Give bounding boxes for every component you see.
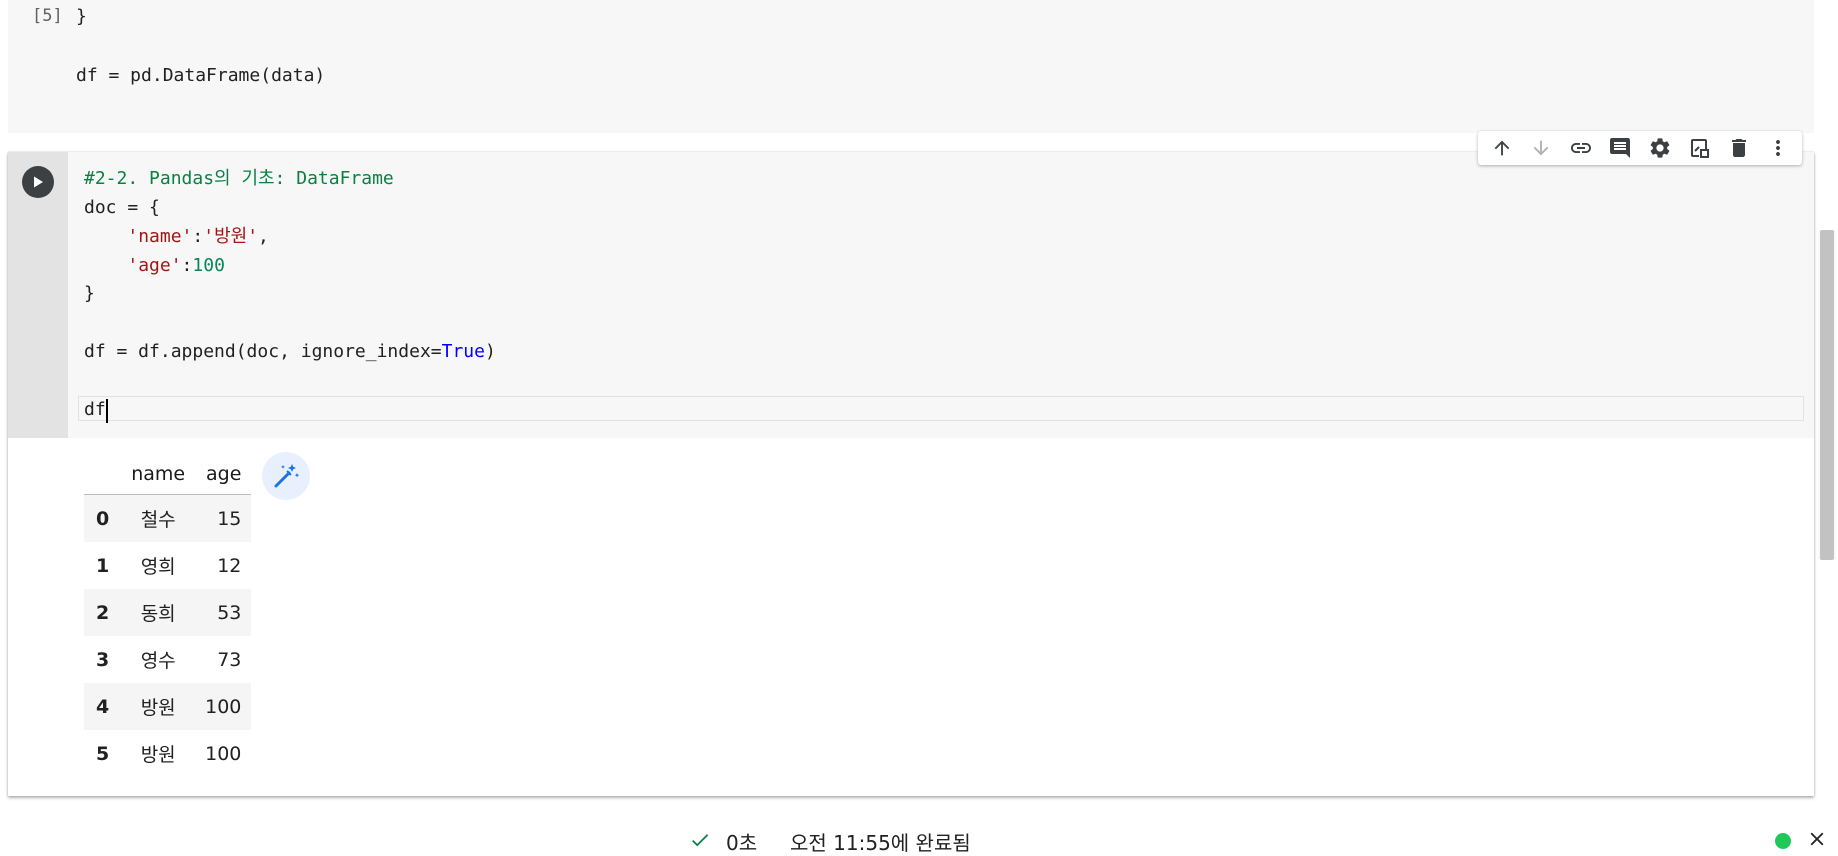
index-header xyxy=(84,454,122,495)
cell-name: 방원 xyxy=(140,697,176,719)
cell-age: 100 xyxy=(205,742,242,765)
code-line-append: df = df.append(doc, ignore_index=True) xyxy=(84,338,496,366)
code-token: df = df.append(doc, ignore_index= xyxy=(84,341,442,362)
cell-age: 100 xyxy=(205,695,242,718)
table-row: 5 방원 100 xyxy=(84,730,251,777)
code-comment: #2-2. Pandas의 기초: DataFrame xyxy=(84,168,394,189)
gear-icon xyxy=(1650,138,1670,158)
mirror-cell-button[interactable] xyxy=(1683,133,1715,163)
cell-age: 15 xyxy=(217,507,242,530)
more-vert-icon xyxy=(1776,140,1781,156)
cell-age: 53 xyxy=(217,601,242,624)
execution-duration: 0초 xyxy=(726,831,758,855)
magic-wand-icon xyxy=(274,464,300,488)
code-line-age: 'age':100 xyxy=(84,252,225,280)
table-row: 4 방원 100 xyxy=(84,683,252,730)
comment-icon xyxy=(1610,138,1631,158)
punct-token: , xyxy=(258,226,269,247)
trash-icon xyxy=(1731,139,1746,157)
cell-age: 73 xyxy=(217,648,242,671)
row-index: 5 xyxy=(96,742,110,765)
move-cell-down-button[interactable] xyxy=(1525,133,1557,163)
cell-toolbar xyxy=(1478,131,1802,165)
keyword-token: True xyxy=(441,341,485,362)
connection-status-indicator xyxy=(1775,833,1791,849)
code-line: df xyxy=(84,399,106,420)
delete-cell-button[interactable] xyxy=(1723,133,1755,163)
dataframe-table: name age 0 철수 15 1 영희 12 2 동희 53 3 영수 73… xyxy=(84,454,252,777)
punct-token: : xyxy=(181,255,193,276)
code-line: } xyxy=(76,6,87,27)
table-header-row: name age xyxy=(84,454,252,495)
table-row: 2 동희 53 xyxy=(84,589,252,636)
code-line: } xyxy=(84,283,95,304)
row-index: 3 xyxy=(96,648,110,671)
execution-count: [5] xyxy=(32,6,63,26)
cell-name: 동희 xyxy=(140,603,176,625)
number-token: 100 xyxy=(192,255,225,276)
code-token: ) xyxy=(484,341,496,362)
column-header-name: name xyxy=(121,454,196,495)
string-token: '방원' xyxy=(203,226,259,247)
mirror-cell-icon xyxy=(1691,139,1710,158)
text-cursor xyxy=(106,399,108,423)
suggest-charts-button[interactable] xyxy=(262,452,310,500)
cell-name: 방원 xyxy=(140,744,176,766)
more-actions-button[interactable] xyxy=(1762,133,1794,163)
table-row: 1 영희 12 xyxy=(84,542,251,589)
close-icon[interactable] xyxy=(1806,828,1828,850)
row-index: 2 xyxy=(96,601,110,624)
cell-age: 12 xyxy=(217,554,242,577)
table-row: 3 영수 73 xyxy=(84,636,251,683)
previous-code-cell[interactable]: [5] } df = pd.DataFrame(data) xyxy=(8,0,1814,133)
cell-name: 영희 xyxy=(140,556,176,578)
cell-name: 영수 xyxy=(140,650,176,672)
cell-settings-button[interactable] xyxy=(1644,133,1676,163)
row-index: 4 xyxy=(96,695,110,718)
table-row: 0 철수 15 xyxy=(84,494,252,542)
copy-link-button[interactable] xyxy=(1565,133,1597,163)
add-comment-button[interactable] xyxy=(1604,133,1636,163)
column-header-age: age xyxy=(195,454,252,495)
move-cell-up-button[interactable] xyxy=(1486,133,1518,163)
check-icon xyxy=(692,834,709,847)
code-line: doc = { xyxy=(84,197,160,218)
code-line-name: 'name':'방원', xyxy=(84,223,269,251)
row-index: 0 xyxy=(96,507,110,530)
completion-time: 오전 11:55에 완료됨 xyxy=(790,831,971,855)
link-icon xyxy=(1570,143,1591,153)
scrollbar-thumb[interactable] xyxy=(1820,230,1834,560)
cell-name: 철수 xyxy=(140,509,176,531)
play-icon xyxy=(34,176,43,188)
arrow-down-icon xyxy=(1533,140,1549,156)
code-line: df = pd.DataFrame(data) xyxy=(76,65,326,86)
status-bar: 0초 오전 11:55에 완료됨 xyxy=(0,826,1838,855)
row-index: 1 xyxy=(96,554,110,577)
punct-token: : xyxy=(192,226,204,247)
run-cell-button[interactable] xyxy=(22,166,54,198)
string-token: 'age' xyxy=(127,255,182,276)
current-line-highlight xyxy=(78,396,1804,421)
string-token: 'name' xyxy=(127,226,193,247)
code-line-comment: #2-2. Pandas의 기초: DataFrame xyxy=(84,165,394,193)
code-editor[interactable]: #2-2. Pandas의 기초: DataFrame doc = { 'nam… xyxy=(68,152,1814,438)
active-code-cell[interactable]: #2-2. Pandas의 기초: DataFrame doc = { 'nam… xyxy=(8,152,1814,796)
arrow-up-icon xyxy=(1494,140,1510,156)
cell-gutter xyxy=(8,152,68,438)
cell-output: name age 0 철수 15 1 영희 12 2 동희 53 3 영수 73… xyxy=(68,438,1814,796)
